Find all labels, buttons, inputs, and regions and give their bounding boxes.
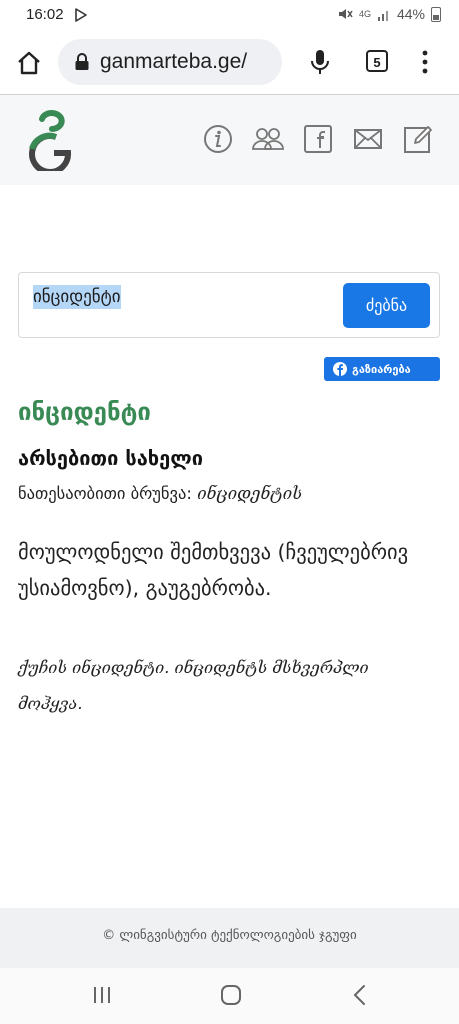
network-type: 4G bbox=[358, 9, 371, 19]
genitive-form: ინციდენტის bbox=[197, 484, 303, 503]
users-icon[interactable] bbox=[252, 124, 284, 154]
info-icon[interactable] bbox=[203, 124, 233, 154]
genitive-case: ნათესაობითი ბრუნვა: ინციდენტის bbox=[18, 484, 302, 503]
status-indicators: 4G 44% bbox=[337, 6, 441, 22]
signal-icon bbox=[377, 10, 388, 21]
mute-icon bbox=[338, 9, 353, 19]
back-icon[interactable] bbox=[352, 984, 368, 1006]
battery-icon bbox=[431, 6, 441, 22]
search-input-value: ინციდენტი bbox=[33, 285, 121, 309]
status-bar: 16:02 4G 44% bbox=[0, 0, 459, 32]
entry-definition: მოულოდნელი შემთხვევა (ჩვეულებრივ უსიამოვ… bbox=[18, 540, 409, 600]
lock-icon bbox=[75, 53, 89, 70]
play-store-icon bbox=[75, 8, 87, 22]
share-label: გაზიარება bbox=[352, 362, 411, 376]
footer-copyright: © ლინგვისტური ტექნოლოგიების ჯგუფი bbox=[102, 928, 357, 943]
facebook-share-button[interactable]: გაზიარება bbox=[324, 357, 440, 381]
entry-headword: ინციდენტი bbox=[18, 398, 151, 426]
search-input[interactable]: ინციდენტი bbox=[33, 285, 333, 323]
home-icon[interactable] bbox=[14, 48, 44, 78]
overflow-menu-icon[interactable] bbox=[420, 50, 430, 74]
facebook-icon[interactable] bbox=[303, 124, 333, 154]
mail-icon[interactable] bbox=[353, 124, 383, 154]
genitive-label: ნათესაობითი ბრუნვა: bbox=[18, 484, 192, 503]
browser-toolbar: ganmarteba.ge/ 5 bbox=[0, 32, 459, 95]
edit-icon[interactable] bbox=[403, 124, 433, 154]
search-form: ინციდენტი ძებნა bbox=[18, 272, 440, 338]
home-nav-icon[interactable] bbox=[220, 984, 242, 1006]
recent-apps-icon[interactable] bbox=[92, 984, 112, 1006]
address-bar[interactable]: ganmarteba.ge/ bbox=[58, 39, 282, 85]
site-header bbox=[0, 95, 459, 185]
part-of-speech: არსებითი სახელი bbox=[18, 446, 203, 470]
site-footer: © ლინგვისტური ტექნოლოგიების ჯგუფი bbox=[0, 908, 459, 968]
url-text: ganmarteba.ge/ bbox=[100, 50, 248, 73]
status-time: 16:02 bbox=[26, 6, 64, 23]
battery-percent: 44% bbox=[396, 6, 425, 22]
search-button[interactable]: ძებნა bbox=[343, 283, 430, 328]
site-logo[interactable] bbox=[26, 109, 74, 171]
facebook-logo-icon bbox=[333, 362, 347, 376]
tab-switcher-button[interactable]: 5 bbox=[366, 50, 388, 72]
entry-examples: ქუჩის ინციდენტი. ინციდენტს მსხვერპლი მოჰ… bbox=[18, 658, 369, 713]
microphone-icon[interactable] bbox=[308, 48, 332, 76]
system-navigation-bar bbox=[0, 968, 459, 1024]
